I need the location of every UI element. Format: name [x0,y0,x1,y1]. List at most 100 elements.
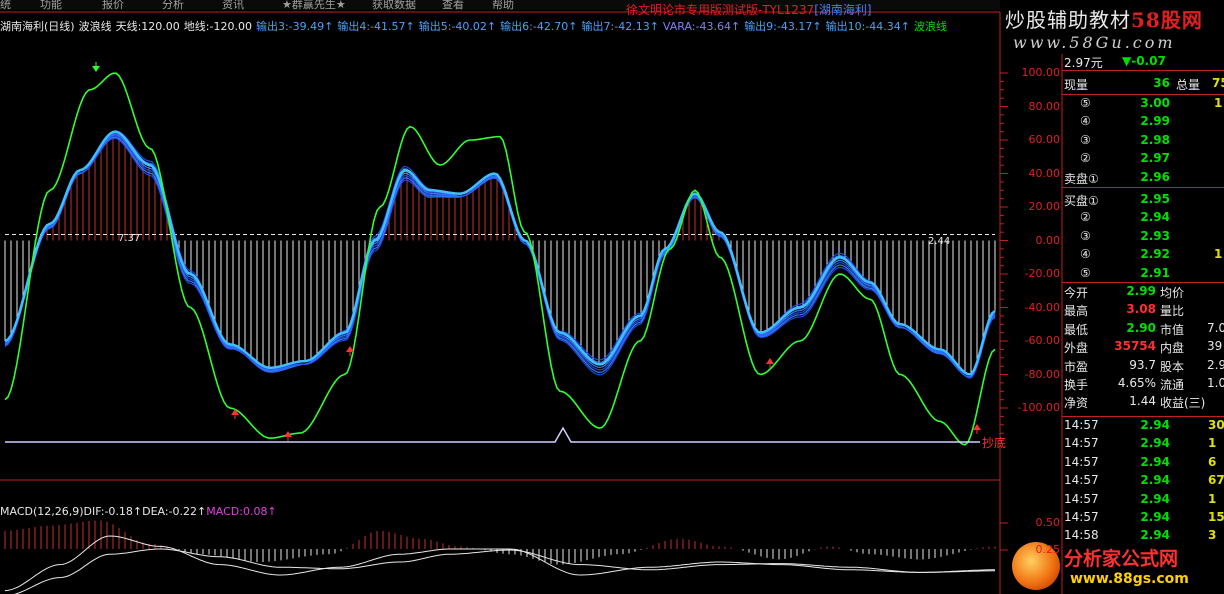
legend-entry: 输出10:-44.34↑ [825,20,910,33]
tick-volume: 67 [1208,473,1224,488]
bid-row: ④ 2.92 1 [1062,247,1224,265]
legend-entry: 地线:-120.00 [183,20,252,33]
macd-dif-line [4,535,995,592]
tick-row: 14:57 2.94 6 [1062,455,1224,473]
legend-entry: 湖南海利(日线) [0,20,75,33]
stat-value: 39 [1207,339,1223,354]
tick-price: 2.94 [1140,454,1170,469]
tick-volume: 1 [1208,491,1217,506]
stat-value: 1.44 [1129,394,1156,409]
macd-axis-label: 0.50 [1035,516,1061,529]
menu-item-3[interactable]: 分析 [162,0,184,10]
axis-tick-label: 60.00 [1028,133,1061,146]
tick-time: 14:57 [1064,418,1099,432]
axis-tick-label: 0.00 [1035,233,1061,247]
bid-row: ② 2.94 [1062,210,1224,228]
axis-tick-label: -100.00 [1017,401,1060,414]
tick-row: 14:57 2.94 15 [1062,510,1224,528]
menu-item-4[interactable]: 资讯 [222,0,244,10]
panel-separator [1062,416,1224,417]
bid-price: 2.95 [1140,192,1170,206]
tick-time: 14:57 [1064,436,1099,451]
bid-price: 2.92 [1140,247,1170,262]
stat-label: 收益(三) [1160,396,1206,411]
macd-dea-line [13,548,995,594]
tick-time: 14:57 [1064,491,1099,506]
legend-entry: 波浪线 [913,20,947,33]
indicator-legend: 湖南海利(日线) 波浪线 天线:120.00 地线:-120.00 输出3:-39.49… [0,18,1000,34]
menu-item-1[interactable]: 功能 [40,0,62,10]
ask-qty: 1 [1214,96,1223,110]
price-change: ▼-0.07 [1122,54,1166,68]
tick-price: 2.94 [1140,418,1170,432]
sell-arrow-icon [92,66,100,72]
bid-row: ⑤ 2.91 [1062,266,1224,284]
bid-qty: 1 [1214,247,1223,262]
menu-item-0[interactable]: 统 [0,0,11,10]
stat-label: 内盘 [1160,341,1185,356]
menu-item-2[interactable]: 报价 [102,0,124,10]
tick-volume: 1 [1208,436,1217,451]
axis-tick-label: -60.00 [1024,334,1060,347]
volume-row: 现量 36 总量 75 [1062,76,1224,94]
ask-price: 2.98 [1140,132,1170,147]
stat-label: 量比 [1160,304,1185,319]
stat-label: 市值 [1160,322,1185,337]
bid-price: 2.91 [1140,265,1170,280]
bid-level-label: ④ [1080,247,1091,262]
panel-label: 现量 [1064,78,1089,92]
bottom-signal-line [5,426,980,443]
tick-row: 14:57 2.94 1 [1062,436,1224,454]
stat-label: 最高 [1064,304,1089,319]
ask-price: 2.96 [1140,169,1170,184]
bid-level-label: ③ [1080,228,1091,243]
stat-label: 净资 [1064,396,1089,411]
panel-separator [1062,94,1224,95]
stat-row: 最高 3.08 量比 [1062,302,1224,320]
stat-label: 流通 [1160,378,1185,392]
axis-tick-label: -80.00 [1024,367,1060,381]
legend-entry: DIF:-0.18↑ [83,505,143,518]
stat-value: 93.7 [1129,357,1156,372]
tick-time: 14:57 [1064,510,1099,524]
bid-price: 2.93 [1140,228,1170,243]
stat-value: 7.0 [1207,320,1224,335]
ask-price: 2.97 [1140,151,1170,166]
bid-level-label: ⑤ [1080,265,1091,280]
ask-level-label: ③ [1080,132,1091,147]
bid-row: 买盘① 2.95 [1062,192,1224,210]
ask-row: ③ 2.98 [1062,133,1224,151]
value-annotation: 7.37 [118,233,140,244]
tick-time: 14:57 [1064,473,1099,488]
stat-value: 2.90 [1126,320,1156,335]
ask-level-label: 卖盘① [1064,171,1099,186]
tick-time: 14:57 [1064,454,1099,469]
menu-item-6[interactable]: 获取数据 [372,0,416,10]
menu-item-5[interactable]: ★群赢先生★ [282,0,346,10]
panel-label: 总量 [1176,78,1201,92]
bid-row: ③ 2.93 [1062,229,1224,247]
stat-row: 最低 2.90 市值 7.0 [1062,321,1224,339]
ask-level-label: ⑤ [1080,96,1091,110]
tick-row: 14:57 2.94 30 [1062,418,1224,436]
menu-item-7[interactable]: 查看 [442,0,464,10]
macd-axis-label: 0.25 [1035,543,1061,556]
stat-label: 换手 [1064,378,1089,392]
tick-row: 14:57 2.94 67 [1062,473,1224,491]
stat-value: 2.99 [1126,284,1156,298]
watermark-logo: 炒股辅助教材58股网 www.58Gu.com [1005,8,1203,52]
menu-item-8[interactable]: 帮助 [492,0,514,10]
ask-row: ④ 2.99 [1062,114,1224,132]
stat-label: 今开 [1064,286,1089,300]
quote-panel: 2.97元▼-0.07现量36总量75⑤3.001④2.99③2.98②2.97… [1062,54,1224,594]
legend-entry: VARA:-43.64↑ [662,20,741,33]
window-title: 徐文明论市专用版测试版-TYL1237[湖南海利] [626,3,872,17]
stat-value: 4.65% [1117,376,1156,390]
axis-tick-label: 40.00 [1028,166,1061,180]
buy-arrow-icon [766,358,774,364]
stat-value: 2.9 [1207,357,1224,372]
legend-entry: 波浪线 [78,20,112,33]
stat-label: 股本 [1160,359,1185,374]
tick-volume: 30 [1208,418,1224,432]
panel-separator [1062,187,1224,188]
